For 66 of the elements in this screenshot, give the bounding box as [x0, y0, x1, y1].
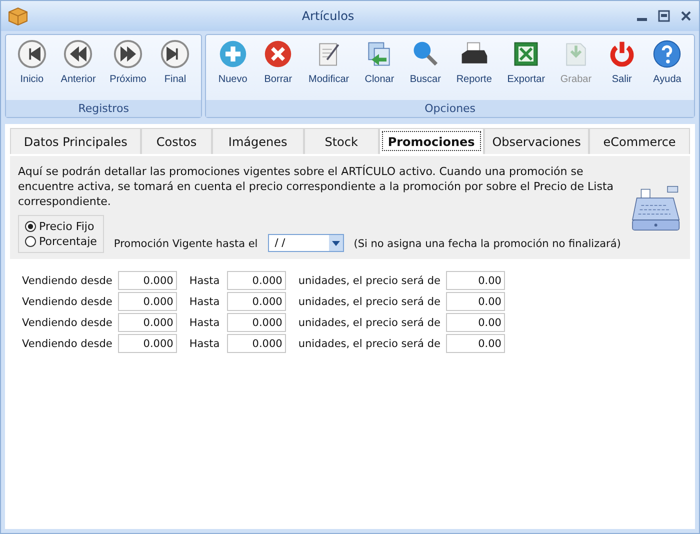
tab[interactable]: Stock [304, 128, 379, 154]
group-label: Registros [6, 100, 202, 117]
price-field[interactable]: 0.00 [446, 313, 506, 332]
rewind-icon [63, 39, 94, 69]
tab[interactable]: Observaciones [484, 128, 590, 154]
close-icon[interactable] [679, 9, 693, 23]
window-title: Artículos [300, 9, 356, 23]
toolbar-button[interactable]: Modificar [306, 39, 352, 100]
row-label: Hasta [189, 316, 221, 328]
row-label: Hasta [189, 338, 221, 350]
quantity-field[interactable]: 0.000 [227, 334, 286, 353]
date-field[interactable]: / / [268, 234, 344, 252]
row-label: Vendiendo desde [22, 274, 114, 286]
dropdown-icon[interactable] [328, 235, 343, 251]
price-field[interactable]: 0.00 [446, 334, 506, 353]
quantity-field[interactable]: 0.000 [227, 313, 286, 332]
quantity-field[interactable]: 0.000 [118, 271, 178, 290]
plus-icon [218, 39, 248, 69]
toolbar-button[interactable]: Reporte [454, 39, 494, 100]
toolbar-button[interactable]: Anterior [58, 39, 98, 100]
fast-forward-icon [113, 39, 143, 69]
row-label: unidades, el precio será de [298, 316, 442, 328]
quantity-field[interactable]: 0.000 [227, 271, 286, 290]
price-field[interactable]: 0.00 [446, 271, 506, 290]
date-note: (Si no asigna una fecha la promoción no finalizará) [354, 238, 621, 250]
toolbar-button[interactable]: Buscar [408, 39, 443, 100]
delete-icon [263, 39, 294, 69]
quantity-field[interactable]: 0.000 [118, 313, 178, 332]
skip-forward-icon [160, 39, 190, 69]
skip-back-icon [16, 39, 47, 69]
price-field[interactable]: 0.00 [446, 292, 506, 311]
quantity-field[interactable]: 0.000 [118, 334, 178, 353]
radio-button[interactable] [25, 236, 36, 247]
radio-label: Precio Fijo [39, 220, 94, 233]
toolbar-button[interactable]: Próximo [108, 39, 148, 100]
toolbar-button[interactable]: Final [158, 39, 192, 100]
tab[interactable]: Promociones [378, 128, 484, 154]
tab[interactable]: Imágenes [212, 128, 304, 154]
row-label: Vendiendo desde [22, 338, 114, 350]
toolbar-button[interactable]: Borrar [261, 39, 296, 100]
row-label: unidades, el precio será de [298, 274, 442, 286]
description-text: Aquí se podrán detallar las promociones vigentes sobre el ARTÍCULO activo. Cuando una promoción se encuentre activa, se tomará en cuenta el precio correspondiente a la promoción por sobre el Precio de Lista correspondiente. [18, 164, 615, 209]
row-label: unidades, el precio será de [298, 338, 442, 350]
quantity-field[interactable]: 0.000 [118, 292, 178, 311]
toolbar-button[interactable]: Nuevo [216, 39, 250, 100]
row-label: Vendiendo desde [22, 316, 114, 328]
date-label: Promoción Vigente hasta el [114, 238, 258, 250]
radio-button[interactable] [25, 221, 36, 232]
tab[interactable]: Costos [141, 128, 212, 154]
group-label: Opciones [206, 100, 694, 117]
toolbar-button[interactable]: Clonar [362, 39, 396, 100]
toolbar-button[interactable]: Salir [604, 39, 639, 100]
toolbar-button[interactable]: Inicio [14, 39, 49, 100]
tab[interactable]: Datos Principales [10, 128, 142, 154]
row-label: Hasta [189, 296, 221, 308]
maximize-icon[interactable] [657, 9, 671, 23]
toolbar-button[interactable]: Exportar [505, 39, 548, 100]
box-icon [7, 6, 29, 26]
quantity-field[interactable]: 0.000 [227, 292, 286, 311]
toolbar-button[interactable]: Ayuda [650, 39, 684, 100]
row-label: Vendiendo desde [22, 296, 114, 308]
help-icon [652, 39, 682, 69]
row-label: unidades, el precio será de [298, 296, 442, 308]
tab[interactable]: eCommerce [589, 128, 690, 154]
radio-label: Porcentaje [39, 235, 97, 248]
row-label: Hasta [189, 274, 221, 286]
